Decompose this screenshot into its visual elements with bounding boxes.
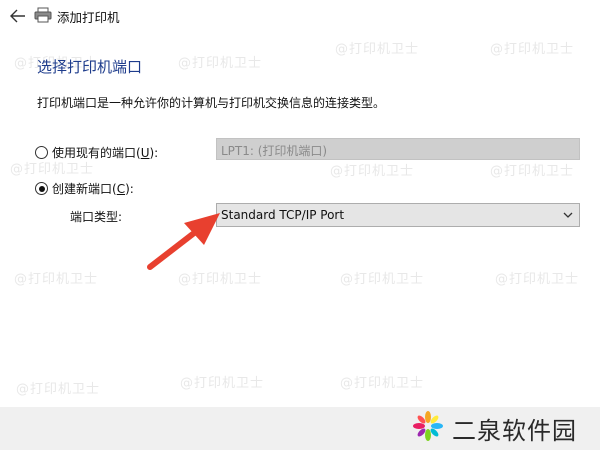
watermark-text: @打印机卫士 [14,272,99,287]
existing-port-value: LPT1: (打印机端口) [221,144,328,158]
option-label-suffix: ): [125,182,134,196]
watermark-text: @打印机卫士 [490,164,575,179]
create-new-port-radio[interactable]: 创建新端口(C): [35,180,134,197]
watermark-text: @打印机卫士 [340,272,425,287]
watermark-text: @打印机卫士 [340,376,425,391]
watermark-text: @打印机卫士 [16,382,101,397]
logo-text: 二泉软件园 [452,417,577,445]
port-type-value: Standard TCP/IP Port [221,208,345,222]
option-label-suffix: ): [149,146,159,160]
title-bar: 添加打印机 [0,0,600,32]
pinwheel-logo-icon [412,410,444,442]
watermark-text: @打印机卫士 [178,56,263,71]
port-type-label: 端口类型: [70,210,123,224]
existing-port-dropdown: LPT1: (打印机端口) [216,138,580,160]
back-arrow-icon[interactable] [8,7,28,25]
watermark-text: @打印机卫士 [180,376,265,391]
option-label-prefix: 创建新端口( [52,182,117,196]
printer-icon [34,7,52,23]
radio-circle[interactable] [35,146,48,159]
watermark-text: @打印机卫士 [335,42,420,57]
option-label-prefix: 使用现有的端口( [52,146,141,160]
port-type-dropdown[interactable]: Standard TCP/IP Port [216,203,580,227]
use-existing-port-radio[interactable]: 使用现有的端口(U): [35,144,158,161]
chevron-down-icon[interactable] [562,207,574,221]
watermark-text: @打印机卫士 [495,272,580,287]
option-mnemonic: C [116,182,126,196]
watermark-text: @打印机卫士 [330,164,415,179]
watermark-text: @打印机卫士 [490,42,575,57]
page-heading: 选择打印机端口 [37,58,143,76]
annotation-arrow-icon [147,213,220,270]
radio-circle-checked[interactable] [35,182,48,195]
window-title: 添加打印机 [57,10,120,25]
page-description: 打印机端口是一种允许你的计算机与打印机交换信息的连接类型。 [37,96,386,110]
